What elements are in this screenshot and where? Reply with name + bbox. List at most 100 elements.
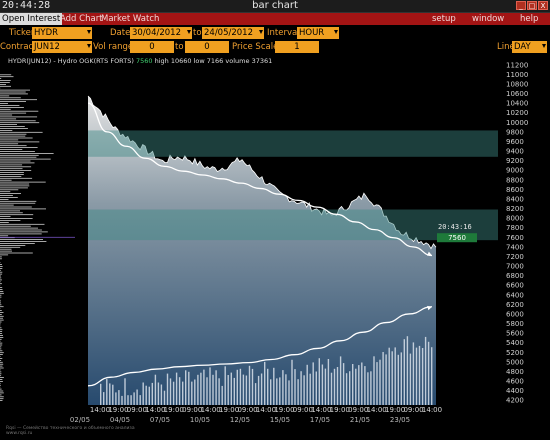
profile-bar [0,126,25,127]
y-tick-label: 10600 [506,90,528,98]
menu-add-chart[interactable]: Add Chart [58,13,105,25]
y-tick-label: 10200 [506,109,528,117]
date-to-select[interactable]: 24/05/2012 [202,27,264,39]
ticker-select[interactable]: HYDR [32,27,92,39]
profile-bar [0,147,38,148]
volume-bar [364,366,366,405]
volume-bar [139,395,141,405]
profile-bar [0,291,4,292]
profile-bar [0,212,23,214]
y-tick-label: 4400 [506,387,524,395]
y-tick-label: 8200 [506,205,524,213]
profile-bar [0,327,2,329]
menu-market-watch[interactable]: Market Watch [99,13,161,25]
profile-bar [0,80,11,81]
volume-bar [127,395,129,405]
profile-bar [0,174,24,175]
profile-bar [0,225,31,227]
x-date-label: 21/05 [350,416,370,424]
profile-bar [0,181,46,183]
volume-bar [406,336,409,405]
x-date-label: 12/05 [230,416,250,424]
interval-select[interactable]: HOUR [297,27,339,39]
volume-bar [242,374,245,405]
volume-bar [178,377,181,405]
profile-bar [0,202,36,204]
profile-bar [0,365,3,367]
profile-bar [0,277,2,279]
close-button[interactable]: X [538,1,548,10]
menu-window[interactable]: window [470,13,506,25]
menu-open-interest[interactable]: Open Interest [0,13,63,25]
profile-bar [0,258,2,260]
profile-bar [0,141,40,143]
profile-bar [0,279,2,281]
profile-bar [0,151,35,152]
volume-bar [175,372,178,405]
contract-select[interactable]: JUN12 [32,41,92,53]
x-date-label: 17/05 [310,416,330,424]
profile-bar [0,390,4,392]
profile-bar [0,200,37,202]
profile-bar [0,193,21,194]
profile-bar [0,139,19,141]
date-from-select[interactable]: 30/04/2012 [130,27,192,39]
interval-label: Interval [267,28,300,38]
volume-bar [121,395,123,405]
y-tick-label: 9000 [506,167,524,175]
volume-bar [397,354,399,405]
chevron-down-icon [87,44,91,48]
x-date-label: 23/05 [390,416,410,424]
maximize-button[interactable]: □ [527,1,537,10]
volume-bar [215,370,217,405]
price-chart[interactable]: 11200 1100010800 10600 1040010200 100009800 9… [0,55,550,426]
vol-from-input[interactable]: 0 [130,41,174,53]
chevron-down-icon [259,30,263,34]
volume-bar [427,341,430,405]
profile-bar [0,331,3,332]
profile-bar [0,172,24,173]
date-from-value: 30/04/2012 [132,28,181,38]
profile-bar [0,189,19,191]
ticker-value: HYDR [34,28,59,38]
x-date-label: 10/05 [190,416,210,424]
vol-to-input[interactable]: 0 [185,41,229,53]
line-select[interactable]: DAY [512,41,547,53]
profile-bar [0,218,33,219]
y-tick-label: 8000 [506,215,524,223]
profile-bar [0,208,46,210]
profile-bar [0,367,4,369]
x-time-label: 19:00 [330,406,350,414]
y-tick-label: 10000 [506,119,528,127]
profile-bar [0,384,1,386]
volume-bar [239,368,242,405]
volume-bar [206,377,208,405]
volume-bar [109,383,111,405]
y-tick-label: 9600 [506,138,524,146]
profile-bar [0,168,23,170]
cursor-price: 7560 [448,234,466,242]
menu-help[interactable]: help [518,13,540,25]
profile-bar [0,183,30,185]
volume-bar [303,375,305,405]
menu-setup[interactable]: setup [430,13,458,25]
x-time-label: 09:00 [127,406,147,414]
profile-bar [0,245,26,246]
y-tick-label: 5000 [506,358,524,366]
volume-profile [0,74,75,401]
y-tick-label: 9800 [506,128,524,136]
volume-bar [157,382,160,405]
profile-bar [0,354,3,355]
profile-bar [0,93,28,95]
date-label: Date [110,28,131,38]
x-axis: 14:0019:0009:0014:0019:0009:0014:0019:00… [70,406,442,424]
volume-bar [294,369,296,405]
minimize-button[interactable]: _ [516,1,526,10]
profile-bar [0,388,2,390]
volume-bar [403,339,405,405]
price-band [88,209,498,241]
volume-bar [100,383,102,405]
price-scale-input[interactable]: 1 [275,41,319,53]
y-tick-label: 4600 [506,378,524,386]
profile-bar [0,379,3,380]
